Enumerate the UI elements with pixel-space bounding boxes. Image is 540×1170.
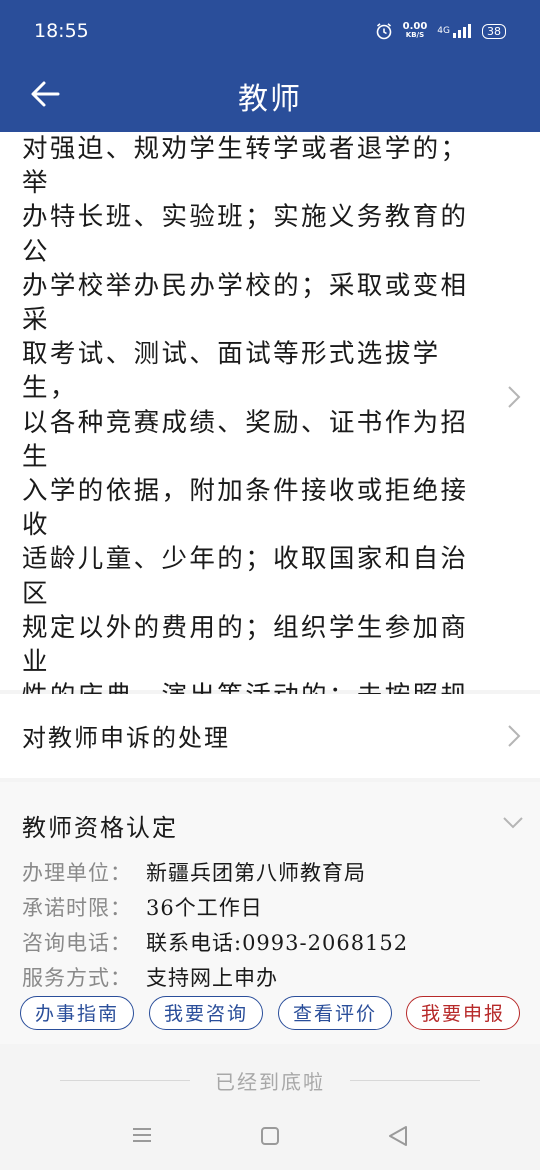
teacher-appeal-label: 对教师申诉的处理 — [22, 724, 230, 752]
home-icon[interactable] — [260, 1126, 280, 1146]
speed-value: 0.00 — [402, 21, 428, 32]
status-icons: 0.00 KB/S 4G 38 — [375, 22, 506, 40]
page-title: 教师 — [238, 82, 302, 117]
network-speed: 0.00 KB/S — [403, 22, 428, 40]
content-line: 对强迫、规劝学生转学或者退学的；举 — [22, 134, 469, 199]
info-value: 新疆兵团第八师教育局 — [146, 861, 366, 885]
network-type: 4G — [437, 26, 450, 36]
content-line: 办学校举办民办学校的；采取或变相采 — [22, 270, 469, 336]
content-line: 办特长班、实验班；实施义务教育的公 — [22, 202, 469, 267]
info-value: 36个工作日 — [146, 896, 263, 920]
battery-indicator: 38 — [482, 23, 506, 39]
info-row-service-mode: 服务方式： 支持网上申办 — [22, 962, 278, 992]
info-value: 支持网上申办 — [146, 966, 278, 990]
info-value: 联系电话:0993-2068152 — [146, 931, 409, 955]
content-line: 入学的依据，附加条件接收或拒绝接收 — [22, 476, 469, 541]
teacher-qualification-section: 教师资格认定 办理单位： 新疆兵团第八师教育局 承诺时限： 36个工作日 咨询电话：… — [0, 782, 540, 1044]
status-bar: 18:55 0.00 KB/S 4G 38 — [0, 0, 540, 62]
info-key: 服务方式： — [22, 966, 132, 990]
alarm-icon — [376, 23, 391, 40]
content-line: 规定以外的费用的；组织学生参加商业 — [22, 612, 469, 678]
divider-right — [350, 1080, 480, 1081]
info-row-phone: 咨询电话： 联系电话:0993-2068152 — [22, 927, 408, 957]
app-header: 教师 — [0, 62, 540, 132]
back-icon[interactable] — [387, 1125, 409, 1147]
guide-button[interactable]: 办事指南 — [20, 996, 134, 1030]
content-line: 适龄儿童、少年的；收取国家和自治区 — [22, 544, 469, 609]
chevron-right-icon[interactable] — [507, 724, 521, 748]
info-key: 办理单位： — [22, 861, 132, 885]
review-button[interactable]: 查看评价 — [278, 996, 392, 1030]
consult-button[interactable]: 我要咨询 — [149, 996, 263, 1030]
info-row-time-limit: 承诺时限： 36个工作日 — [22, 892, 263, 922]
chevron-right-icon[interactable] — [507, 385, 521, 409]
menu-icon[interactable] — [131, 1126, 153, 1144]
content-line: 以各种竞赛成绩、奖励、证书作为招生 — [22, 407, 469, 472]
list-item-teacher-appeal[interactable]: 对教师申诉的处理 — [0, 694, 540, 778]
speed-unit: KB/S — [405, 31, 425, 39]
qualification-title[interactable]: 教师资格认定 — [22, 808, 178, 843]
status-time: 18:55 — [34, 20, 89, 42]
info-key: 咨询电话： — [22, 931, 132, 955]
list-end-footer: 已经到底啦 — [0, 1044, 540, 1106]
system-nav-bar — [0, 1106, 540, 1170]
info-row-department: 办理单位： 新疆兵团第八师教育局 — [22, 857, 366, 887]
chevron-down-icon[interactable] — [502, 816, 524, 830]
content-line: 取考试、测试、面试等形式选拔学生， — [22, 339, 441, 404]
penalty-detail-card[interactable]: 对强迫、规劝学生转学或者退学的；举 办特长班、实验班；实施义务教育的公 办学校举办民… — [0, 132, 540, 1122]
apply-button[interactable]: 我要申报 — [406, 996, 520, 1030]
info-key: 承诺时限： — [22, 896, 132, 920]
signal-icon — [453, 24, 471, 38]
